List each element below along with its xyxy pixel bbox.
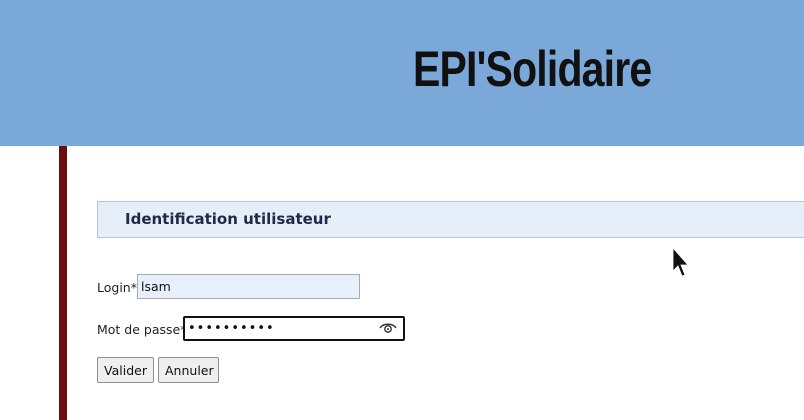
brand-logo: EPI'Solidaire [413,41,652,97]
eye-icon[interactable] [379,321,397,335]
section-header: Identification utilisateur [97,201,804,238]
login-input[interactable] [137,274,360,299]
login-label: Login* [97,280,137,295]
password-field[interactable] [183,316,405,341]
password-label: Mot de passe* [97,322,187,337]
cancel-button[interactable]: Annuler [158,357,219,383]
password-input[interactable] [185,318,375,339]
section-title: Identification utilisateur [125,210,331,228]
header-banner: EPI'Solidaire [0,0,804,146]
login-panel: Identification utilisateur Login* Mot de… [59,146,804,420]
login-page: EPI'Solidaire Identification utilisateur… [0,0,804,420]
validate-button[interactable]: Valider [97,357,154,383]
